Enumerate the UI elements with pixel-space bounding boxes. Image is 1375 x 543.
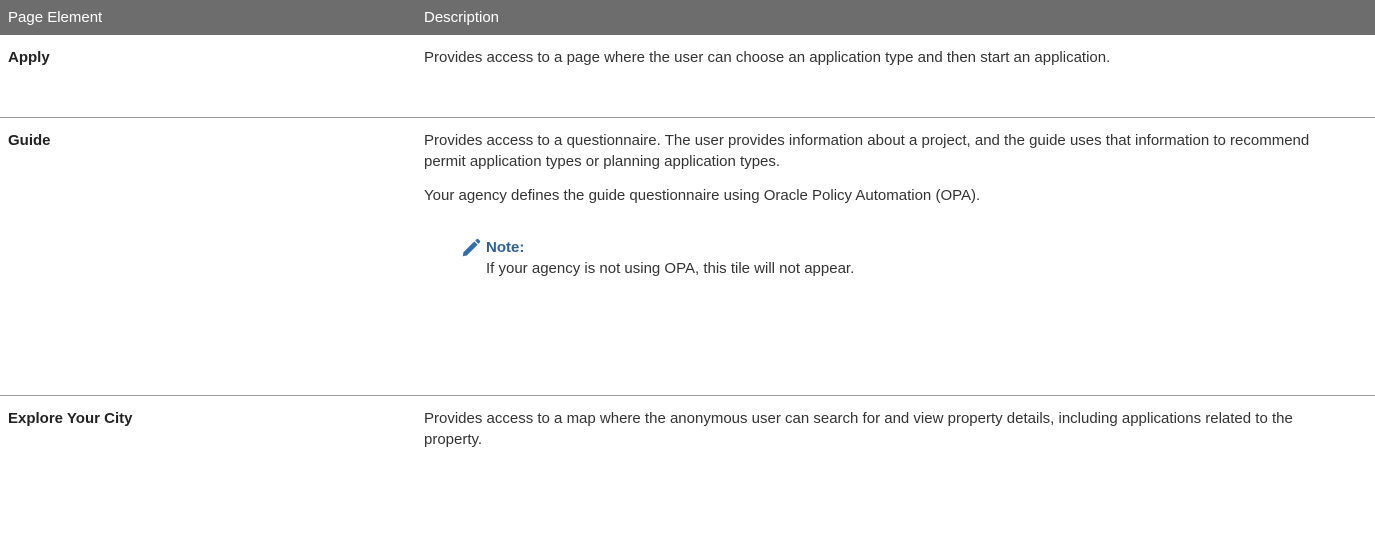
- cell-description-explore-your-city: Provides access to a map where the anony…: [418, 396, 1375, 521]
- table-header-row: Page Element Description: [0, 0, 1375, 35]
- header-description: Description: [418, 0, 1375, 35]
- description-explore-your-city: Provides access to a map where the anony…: [424, 410, 1293, 448]
- note-title: Note:: [486, 239, 525, 256]
- table-row-explore-your-city: Explore Your City Provides access to a m…: [0, 396, 1375, 521]
- pencil-icon: [462, 238, 481, 257]
- cell-description-guide: Provides access to a questionnaire. The …: [418, 117, 1375, 396]
- term-apply: Apply: [8, 49, 50, 66]
- table-body: Apply Provides access to a page where th…: [0, 35, 1375, 520]
- note-text: If your agency is not using OPA, this ti…: [486, 260, 855, 277]
- cell-term-guide: Guide: [0, 117, 418, 396]
- table-row-guide: Guide Provides access to a questionnaire…: [0, 117, 1375, 396]
- header-page-element: Page Element: [0, 0, 418, 35]
- term-explore-your-city: Explore Your City: [8, 410, 133, 427]
- cell-description-apply: Provides access to a page where the user…: [418, 35, 1375, 118]
- description-apply: Provides access to a page where the user…: [424, 49, 1111, 66]
- cell-term-apply: Apply: [0, 35, 418, 118]
- note-callout: Note: If your agency is not using OPA, t…: [460, 237, 1355, 279]
- table-row-apply: Apply Provides access to a page where th…: [0, 35, 1375, 118]
- description-guide-paragraph-2: Your agency defines the guide questionna…: [424, 187, 981, 204]
- term-guide: Guide: [8, 132, 51, 149]
- table-header: Page Element Description: [0, 0, 1375, 35]
- page-element-table: Page Element Description Apply Provides …: [0, 0, 1375, 520]
- cell-term-explore-your-city: Explore Your City: [0, 396, 418, 521]
- description-guide: Provides access to a questionnaire. The …: [424, 132, 1310, 170]
